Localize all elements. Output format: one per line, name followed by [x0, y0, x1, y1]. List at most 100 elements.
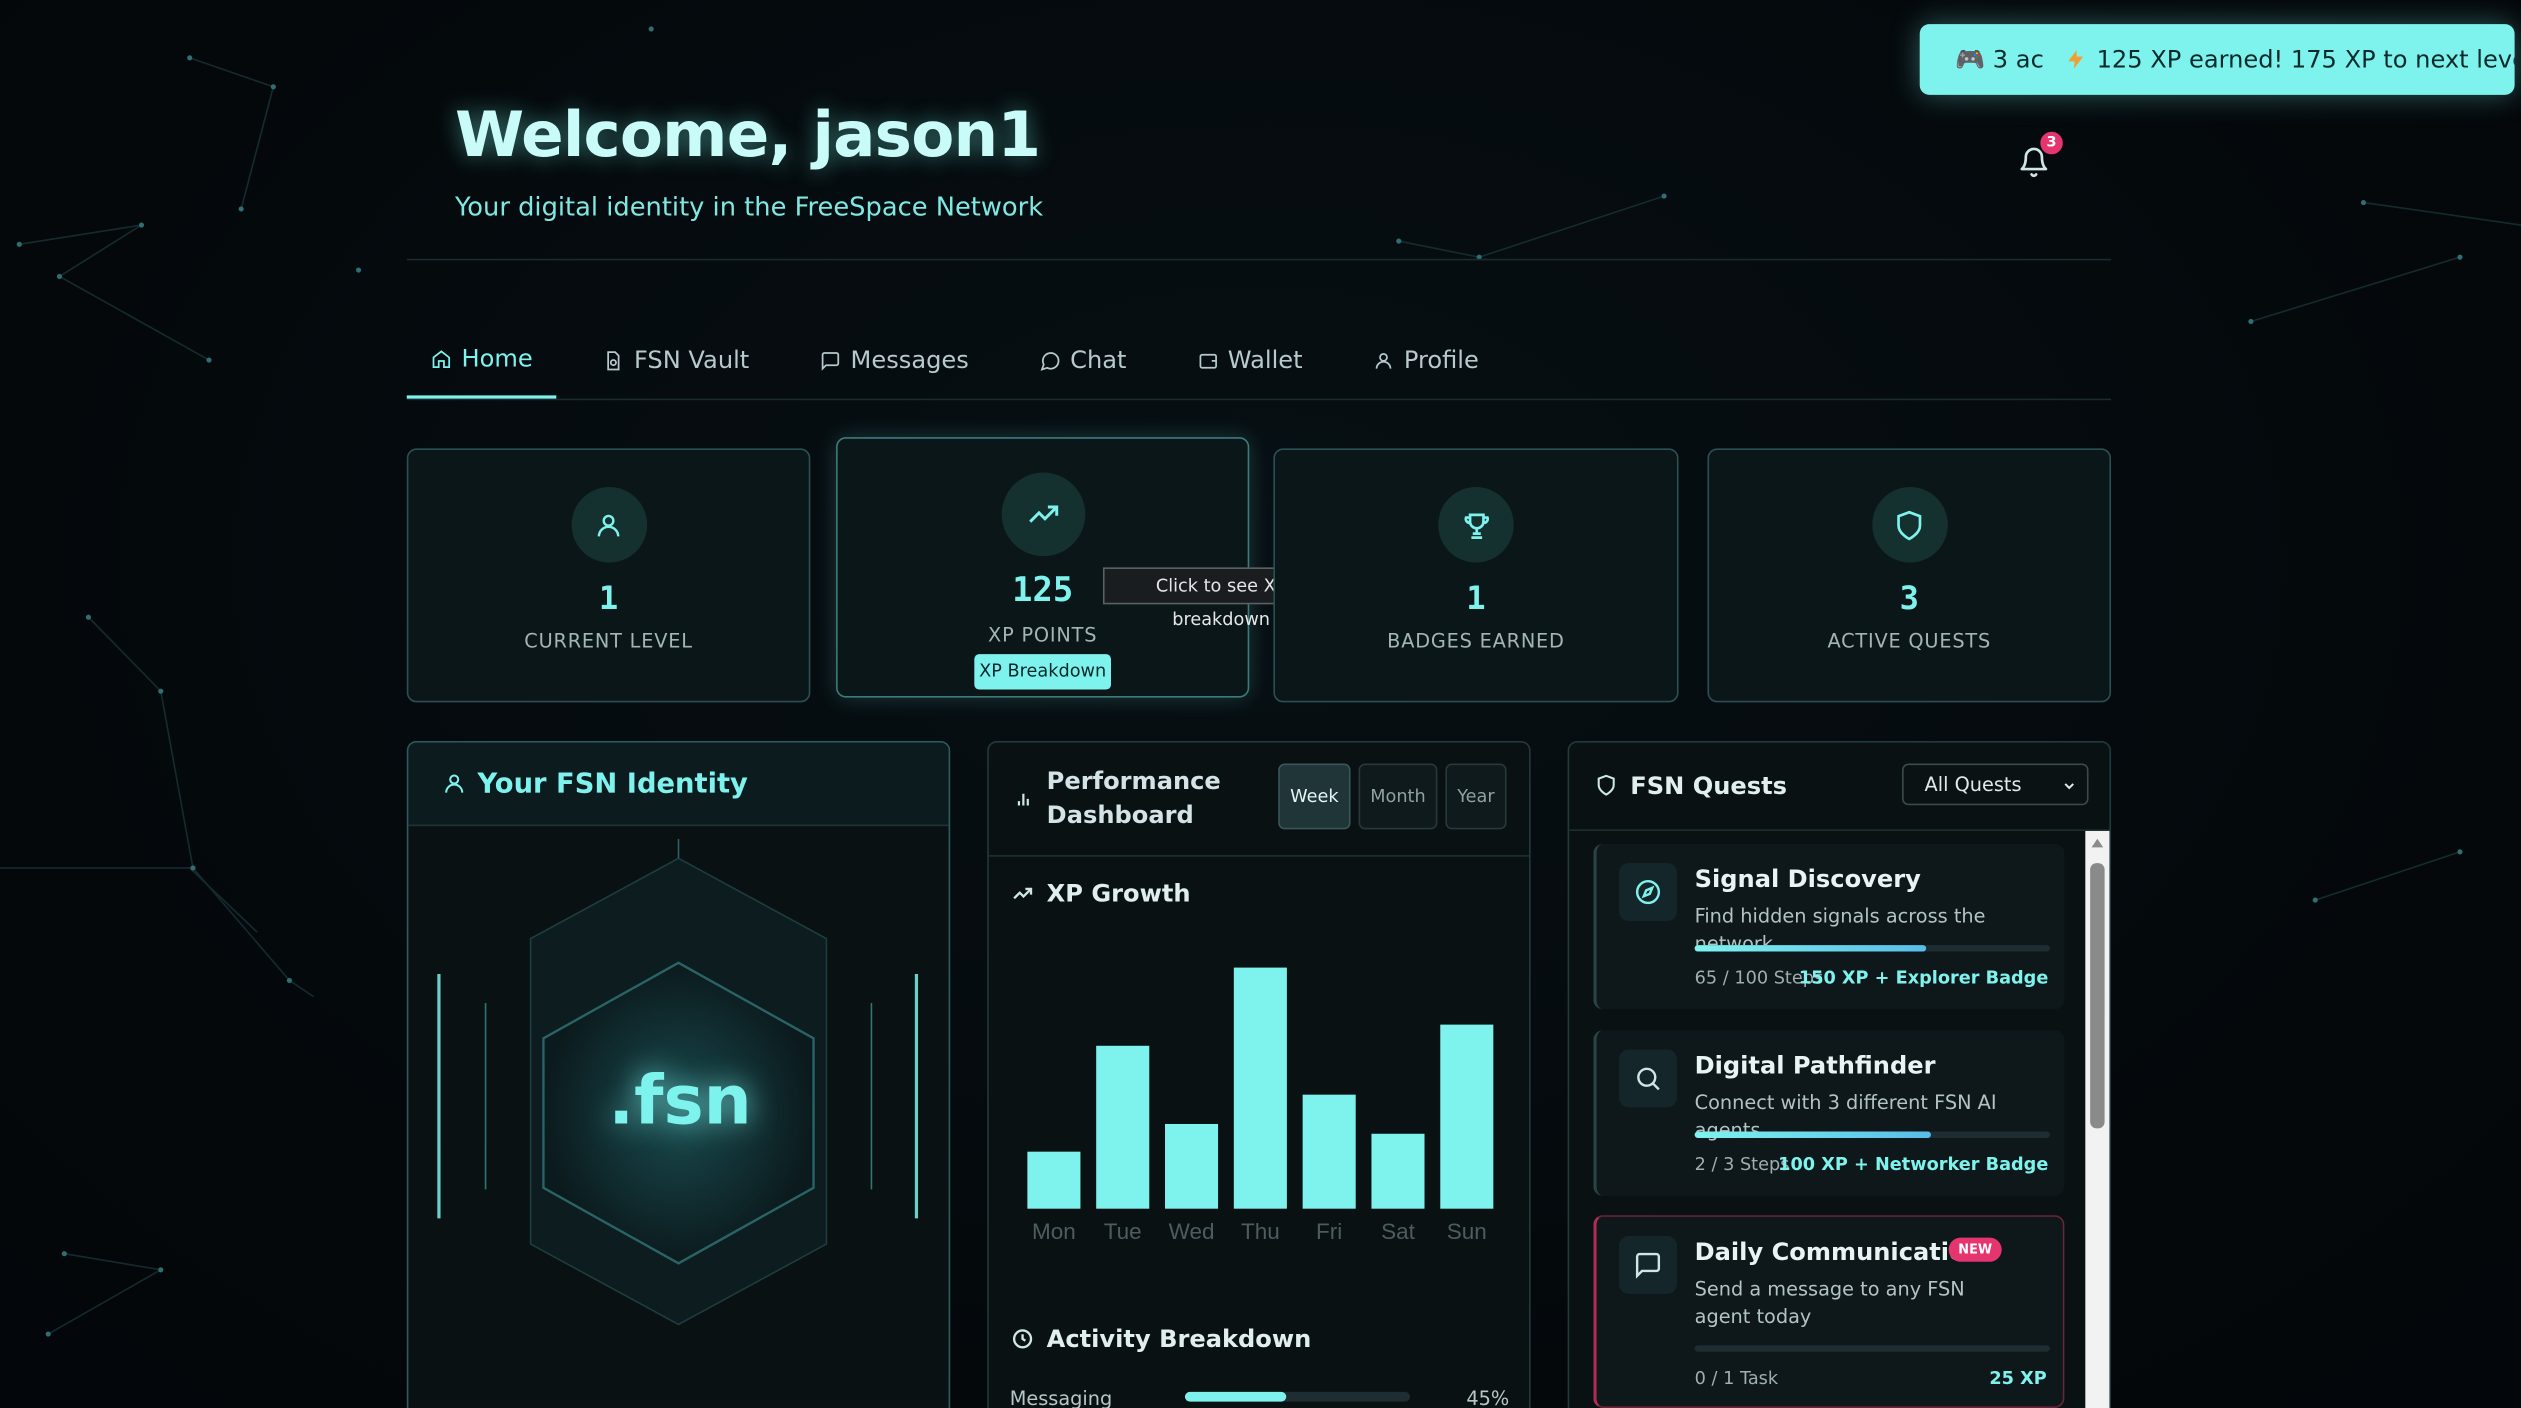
app-root: Welcome, jason1 Your digital identity in… — [0, 0, 2521, 1408]
activity-bar — [1184, 1391, 1411, 1402]
stat-card-level[interactable]: 1 CURRENT LEVEL — [406, 448, 811, 703]
tab-fsn-vault[interactable]: FSN Vault — [579, 321, 773, 398]
quest-progress-fill — [1694, 945, 1926, 952]
xp-toast: 🎮 3 ac 125 XP earned! 175 XP to next lev… — [1919, 24, 2515, 95]
quest-progress-bar — [1694, 945, 2050, 952]
quest-steps: 2 / 3 Steps — [1694, 1154, 1790, 1175]
stat-card-badges[interactable]: 1 BADGES EARNED — [1273, 448, 1679, 703]
toast-xp-text: 125 XP earned! 175 XP to next level — [2096, 45, 2515, 74]
trophy-icon — [1438, 487, 1514, 563]
xp-breakdown-button[interactable]: XP Breakdown — [974, 654, 1111, 690]
user-icon — [1375, 352, 1392, 368]
chart-bar — [1233, 967, 1287, 1209]
chat-icon — [1039, 351, 1059, 371]
tab-label: Home — [461, 343, 533, 373]
user-icon — [570, 487, 647, 563]
tab-label: Messages — [850, 345, 969, 375]
wallet-icon — [1198, 353, 1217, 368]
shield-icon — [1597, 774, 1615, 796]
new-badge: NEW — [1948, 1237, 2002, 1262]
quest-card[interactable]: Signal Discovery Find hidden signals acr… — [1593, 843, 2065, 1010]
stat-value: 1 — [598, 578, 619, 618]
notification-badge: 3 — [2040, 131, 2063, 155]
tab-profile[interactable]: Profile — [1349, 321, 1503, 398]
quest-reward: 100 XP + Networker Badge — [1778, 1154, 2049, 1175]
home-icon — [432, 349, 451, 368]
tab-chat[interactable]: Chat — [1015, 321, 1150, 398]
chart-x-tick-label: Tue — [1104, 1219, 1142, 1244]
stat-label: ACTIVE QUESTS — [1827, 630, 1992, 653]
quest-progress-fill — [1694, 1131, 1932, 1138]
quest-progress-bar — [1694, 1131, 2050, 1138]
header-divider — [406, 258, 2112, 261]
fsn-domain-text: .fsn — [608, 1060, 752, 1140]
chart-x-tick-label: Sun — [1447, 1219, 1487, 1244]
chart-bar — [1302, 1094, 1356, 1209]
stat-card-quests[interactable]: 3 ACTIVE QUESTS — [1707, 448, 2112, 703]
xp-growth-chart: Mon Tue Wed Thu Fri Sat Sun — [1027, 967, 1494, 1244]
quests-divider — [1569, 829, 2110, 831]
quest-filter-select[interactable]: All Quests — [1902, 763, 2089, 806]
activity-bar-fill — [1184, 1391, 1287, 1402]
quest-name: Daily Communication — [1694, 1237, 1983, 1267]
range-month-button[interactable]: Month — [1358, 763, 1438, 830]
xp-growth-title: XP Growth — [1046, 879, 1191, 909]
clock-icon — [1012, 1329, 1033, 1349]
page-title: Welcome, jason1 — [455, 99, 1041, 172]
quest-reward: 25 XP — [1989, 1367, 2047, 1389]
stat-value: 1 — [1466, 578, 1486, 618]
message-icon — [1619, 1236, 1677, 1294]
chart-x-tick-label: Mon — [1032, 1219, 1076, 1244]
chart-bar — [1027, 1151, 1081, 1209]
activity-title: Activity Breakdown — [1046, 1324, 1312, 1354]
tab-label: Wallet — [1227, 345, 1303, 375]
activity-percent: 45% — [1466, 1387, 1510, 1408]
nav-tabs: Home FSN Vault Messages Chat Wallet Prof… — [406, 321, 2112, 401]
range-week-button[interactable]: Week — [1278, 763, 1351, 830]
compass-icon — [1619, 863, 1677, 921]
identity-title: Your FSN Identity — [477, 768, 748, 801]
tab-messages[interactable]: Messages — [796, 321, 993, 398]
scroll-up-icon[interactable] — [2090, 836, 2104, 850]
performance-panel: Performance Dashboard XP Growth Mon Tue We… — [987, 740, 1531, 1408]
toast-achievement-text: 🎮 3 ac — [1955, 45, 2044, 74]
chart-bar — [1371, 1133, 1425, 1209]
chevron-down-icon — [2064, 783, 2074, 790]
search-icon — [1619, 1049, 1677, 1108]
range-year-button[interactable]: Year — [1445, 763, 1507, 830]
message-icon — [821, 351, 840, 370]
tab-wallet[interactable]: Wallet — [1173, 321, 1327, 398]
stat-label: CURRENT LEVEL — [524, 630, 693, 653]
tab-home[interactable]: Home — [406, 321, 557, 399]
tab-label: Chat — [1070, 345, 1127, 375]
tab-label: FSN Vault — [633, 345, 750, 375]
chart-bar — [1440, 1024, 1494, 1209]
quest-steps: 0 / 1 Task — [1694, 1367, 1779, 1389]
quest-name: Digital Pathfinder — [1694, 1051, 1936, 1081]
quests-title: FSN Quests — [1630, 771, 1788, 801]
quest-card[interactable]: Digital Pathfinder Connect with 3 differ… — [1593, 1030, 2065, 1196]
identity-panel: Your FSN Identity .fsn — [406, 740, 951, 1408]
chart-bar — [1165, 1123, 1219, 1209]
vault-icon — [607, 350, 620, 370]
scrollbar-thumb[interactable] — [2090, 863, 2105, 1129]
quest-reward: 150 XP + Explorer Badge — [1798, 967, 2049, 989]
quest-name: Signal Discovery — [1694, 864, 1921, 894]
quest-filter-value: All Quests — [1924, 773, 2022, 796]
identity-header: Your FSN Identity — [408, 742, 949, 827]
trending-up-icon — [1013, 887, 1033, 900]
quest-description: Send a message to any FSN agent today — [1694, 1277, 1965, 1328]
chart-x-tick-label: Sat — [1381, 1219, 1416, 1244]
quest-progress-bar — [1694, 1345, 2050, 1352]
shield-icon — [1871, 487, 1948, 563]
chart-bar — [1096, 1045, 1150, 1209]
bar-chart-icon — [1017, 793, 1029, 806]
trending-up-icon — [1000, 472, 1085, 557]
performance-title: Performance Dashboard — [1046, 766, 1221, 830]
activity-label: Messaging — [1009, 1387, 1113, 1408]
user-icon — [445, 774, 464, 793]
lightning-icon — [2068, 50, 2084, 69]
stat-label: BADGES EARNED — [1387, 630, 1565, 653]
chart-x-tick-label: Wed — [1169, 1219, 1215, 1244]
perf-divider — [988, 855, 1530, 857]
